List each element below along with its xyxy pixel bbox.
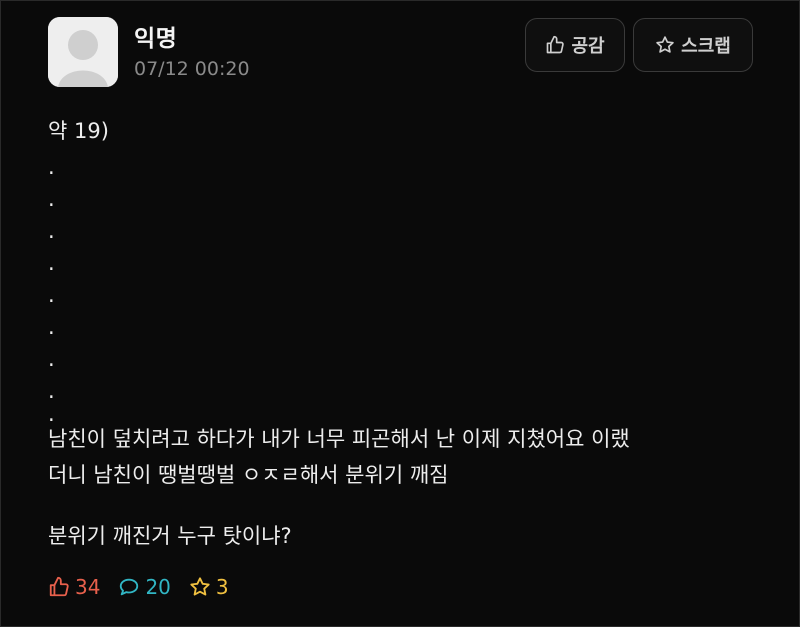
- post-stats: 34 20 3: [48, 572, 247, 602]
- dot-line: .: [48, 155, 55, 179]
- author-name: 익명: [134, 26, 178, 52]
- scrap-button-label: 스크랩: [681, 36, 731, 57]
- thumbs-up-icon: [547, 35, 565, 54]
- star-icon: [190, 577, 210, 596]
- dot-line: .: [48, 187, 55, 211]
- star-icon: [656, 36, 674, 53]
- thumbs-up-icon: [49, 576, 69, 597]
- dot-line: .: [48, 379, 55, 403]
- dot-line: .: [48, 219, 55, 243]
- like-count: 34: [48, 575, 100, 599]
- like-button-label: 공감: [571, 36, 605, 57]
- dot-line: .: [48, 402, 55, 426]
- post-timestamp: 07/12 00:20: [134, 58, 250, 80]
- scrap-count-value: 3: [215, 575, 229, 599]
- post-question: 분위기 깨진거 누구 탓이냐?: [48, 524, 292, 548]
- avatar: [48, 17, 118, 87]
- like-count-value: 34: [75, 575, 101, 599]
- post-card: 익명 07/12 00:20 공감 스크랩 약 19) . . . . . . …: [0, 0, 800, 627]
- scrap-count: 3: [189, 575, 229, 599]
- like-button[interactable]: 공감: [525, 18, 625, 72]
- post-first-line: 약 19): [48, 119, 109, 143]
- dot-line: .: [48, 315, 55, 339]
- post-text-line-2: 더니 남친이 땡벌땡벌 ㅇㅈㄹ해서 분위기 깨짐: [48, 463, 449, 487]
- post-text-line-1: 남친이 덮치려고 하다가 내가 너무 피곤해서 난 이제 지쳤어요 이랬: [48, 427, 630, 451]
- comment-count: 20: [118, 575, 171, 599]
- dot-line: .: [48, 283, 55, 307]
- dot-line: .: [48, 347, 55, 371]
- default-user-icon: [48, 17, 118, 87]
- scrap-button[interactable]: 스크랩: [633, 18, 753, 72]
- speech-bubble-icon: [120, 578, 139, 596]
- post-body: 약 19) . . . . . . . . . 남친이 덮치려고 하다가 내가 …: [48, 111, 768, 554]
- dot-line: .: [48, 251, 55, 275]
- comment-count-value: 20: [145, 575, 171, 599]
